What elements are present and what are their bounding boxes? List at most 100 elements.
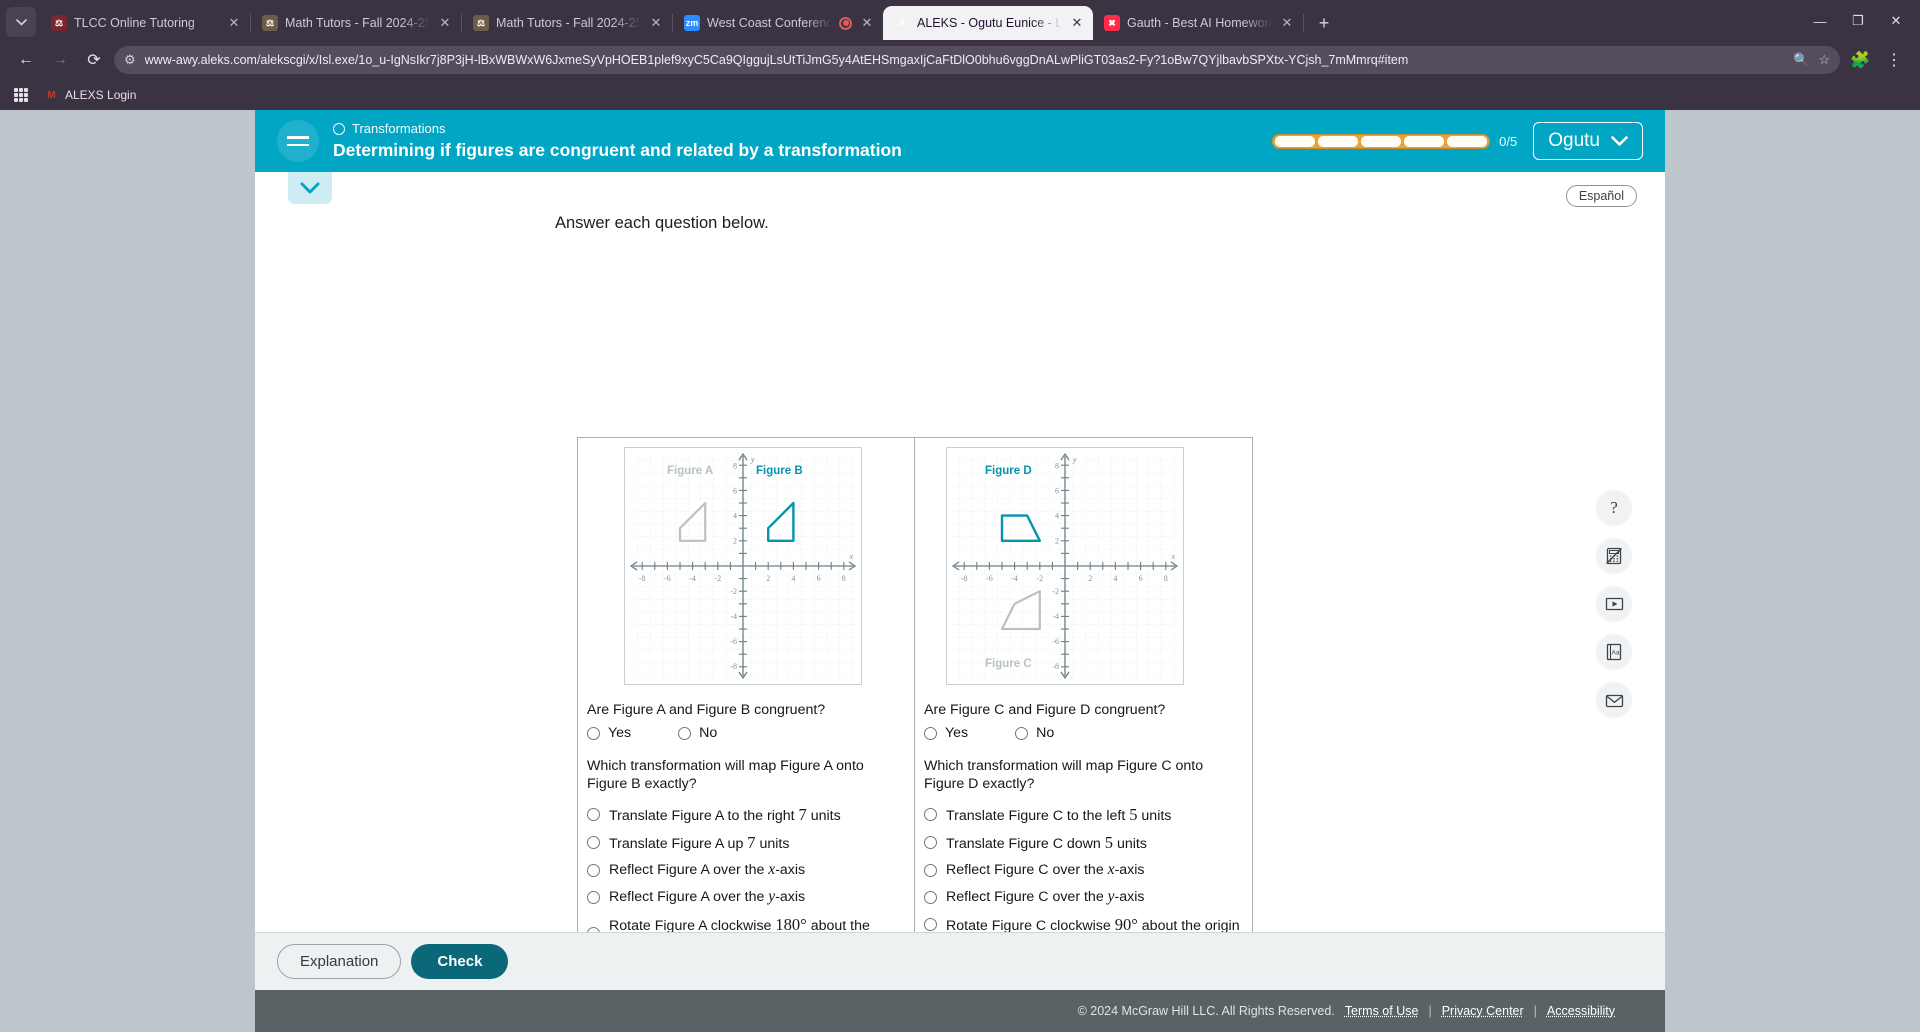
radio-label: Yes xyxy=(945,725,969,742)
option-row[interactable]: Reflect Figure C over the y-axis xyxy=(924,887,1242,907)
user-menu-button[interactable]: Ogutu xyxy=(1533,122,1643,160)
radio-yes-left[interactable]: Yes xyxy=(587,725,631,741)
option-row[interactable]: Translate Figure C to the left 5 units xyxy=(924,804,1242,825)
radio-icon[interactable] xyxy=(924,726,937,740)
option-row[interactable]: Reflect Figure C over the x-axis xyxy=(924,860,1242,880)
radio-no-left[interactable]: No xyxy=(678,725,717,741)
option-label: Translate Figure A to the right 7 units xyxy=(609,804,841,824)
option-row[interactable]: Reflect Figure A over the y-axis xyxy=(587,887,904,907)
svg-text:2: 2 xyxy=(733,537,737,546)
option-label: Translate Figure A up 7 units xyxy=(609,833,790,853)
bookmarks-bar: M ALEXS Login xyxy=(0,80,1920,110)
star-icon[interactable]: ☆ xyxy=(1818,52,1830,68)
close-icon[interactable]: ✕ xyxy=(226,15,242,31)
collapse-panel-button[interactable] xyxy=(288,172,332,204)
svg-text:6: 6 xyxy=(817,574,821,583)
check-button[interactable]: Check xyxy=(411,944,509,979)
maximize-button[interactable]: ❐ xyxy=(1840,8,1876,34)
tab-title: West Coast Conference YPI xyxy=(707,16,832,30)
browser-toolbar: ← → ⟳ ⚙ www-awy.aleks.com/alekscgi/x/Isl… xyxy=(0,40,1920,80)
site-settings-icon[interactable]: ⚙ xyxy=(124,52,136,68)
reload-icon[interactable]: ⟳ xyxy=(80,46,108,74)
radio-icon[interactable] xyxy=(924,890,937,904)
transform-question-right: Which transformation will map Figure C o… xyxy=(924,758,1204,793)
privacy-center-link[interactable]: Privacy Center xyxy=(1442,1004,1524,1018)
apps-grid-icon[interactable] xyxy=(14,88,28,102)
radio-label: No xyxy=(1036,725,1055,742)
svg-text:-6: -6 xyxy=(730,637,737,646)
radio-icon[interactable] xyxy=(587,836,600,850)
radio-yes-right[interactable]: Yes xyxy=(924,725,968,741)
svg-text:-4: -4 xyxy=(1011,574,1018,583)
svg-text:-4: -4 xyxy=(1052,612,1059,621)
topic-label: Transformations xyxy=(352,121,446,136)
bookmark-aleks-login[interactable]: M ALEXS Login xyxy=(44,88,136,103)
recording-indicator-icon xyxy=(839,16,852,30)
espanol-button[interactable]: Español xyxy=(1565,185,1637,207)
svg-text:y: y xyxy=(750,455,755,464)
browser-tab[interactable]: ⚖ Math Tutors - Fall 2024-25 Term ✕ xyxy=(462,6,672,40)
chevron-down-icon xyxy=(1611,133,1628,149)
svg-text:-2: -2 xyxy=(730,587,737,596)
close-icon[interactable]: ✕ xyxy=(859,15,875,31)
progress-indicator: 0/5 xyxy=(1272,133,1517,149)
option-row[interactable]: Reflect Figure A over the x-axis xyxy=(587,860,904,880)
tab-title: ALEKS - Ogutu Eunice - Learn xyxy=(917,16,1062,30)
radio-icon[interactable] xyxy=(924,918,937,932)
radio-icon[interactable] xyxy=(587,726,600,740)
tab-strip: ⚖ TLCC Online Tutoring ✕ ⚖ Math Tutors -… xyxy=(0,0,1920,40)
terms-of-use-link[interactable]: Terms of Use xyxy=(1345,1004,1419,1018)
close-icon[interactable]: ✕ xyxy=(648,15,664,31)
radio-icon[interactable] xyxy=(587,863,600,877)
svg-text:4: 4 xyxy=(1113,574,1117,583)
transform-question-left: Which transformation will map Figure A o… xyxy=(587,758,864,793)
radio-icon[interactable] xyxy=(678,726,692,740)
svg-text:8: 8 xyxy=(1164,574,1168,583)
radio-icon[interactable] xyxy=(924,808,937,822)
hamburger-icon[interactable] xyxy=(277,120,319,162)
browser-tab[interactable]: ⚖ Math Tutors - Fall 2024-25 Term ✕ xyxy=(251,6,461,40)
svg-text:-8: -8 xyxy=(961,574,968,583)
figure-d-label: Figure D xyxy=(985,465,1032,477)
explanation-button[interactable]: Explanation xyxy=(277,944,402,979)
browser-tab[interactable]: zm West Coast Conference YPI ✕ xyxy=(673,6,883,40)
zoom-icon: zm xyxy=(684,15,700,31)
radio-icon[interactable] xyxy=(587,808,600,822)
browser-window: ⚖ TLCC Online Tutoring ✕ ⚖ Math Tutors -… xyxy=(0,0,1920,1032)
browser-tab[interactable]: ⚖ TLCC Online Tutoring ✕ xyxy=(40,6,250,40)
kebab-menu-icon[interactable]: ⋮ xyxy=(1880,46,1908,74)
svg-text:6: 6 xyxy=(1139,574,1143,583)
radio-icon[interactable] xyxy=(924,836,937,850)
new-tab-button[interactable]: + xyxy=(1310,9,1338,37)
option-row[interactable]: Translate Figure A to the right 7 units xyxy=(587,804,904,825)
close-icon[interactable]: ✕ xyxy=(437,15,453,31)
minimize-button[interactable]: — xyxy=(1802,8,1838,34)
radio-no-right[interactable]: No xyxy=(1015,725,1054,741)
radio-icon[interactable] xyxy=(1015,726,1029,740)
back-icon[interactable]: ← xyxy=(12,46,40,74)
yesno-group-left: Yes No xyxy=(587,725,904,741)
close-window-button[interactable]: ✕ xyxy=(1878,8,1914,34)
extensions-icon[interactable]: 🧩 xyxy=(1846,46,1874,74)
browser-tab-active[interactable]: A ALEKS - Ogutu Eunice - Learn ✕ xyxy=(883,6,1093,40)
calculator-disabled-icon[interactable] xyxy=(1596,538,1632,574)
close-icon[interactable]: ✕ xyxy=(1069,15,1085,31)
email-icon[interactable] xyxy=(1596,682,1632,718)
svg-text:-6: -6 xyxy=(664,574,671,583)
radio-icon[interactable] xyxy=(924,863,937,877)
svg-text:x: x xyxy=(848,552,853,561)
forward-icon[interactable]: → xyxy=(46,46,74,74)
address-bar[interactable]: ⚙ www-awy.aleks.com/alekscgi/x/Isl.exe/1… xyxy=(114,46,1840,74)
help-icon[interactable]: ? xyxy=(1596,490,1632,526)
video-icon[interactable] xyxy=(1596,586,1632,622)
accessibility-link[interactable]: Accessibility xyxy=(1547,1004,1615,1018)
close-icon[interactable]: ✕ xyxy=(1279,15,1295,31)
dictionary-icon[interactable]: Aa xyxy=(1596,634,1632,670)
search-icon[interactable]: 🔍 xyxy=(1793,52,1809,68)
svg-text:-4: -4 xyxy=(689,574,696,583)
browser-tab[interactable]: ✖ Gauth - Best AI Homework Help ✕ xyxy=(1093,6,1303,40)
option-row[interactable]: Translate Figure C down 5 units xyxy=(924,832,1242,853)
radio-icon[interactable] xyxy=(587,890,600,904)
tab-search-button[interactable] xyxy=(6,7,36,37)
option-row[interactable]: Translate Figure A up 7 units xyxy=(587,832,904,853)
